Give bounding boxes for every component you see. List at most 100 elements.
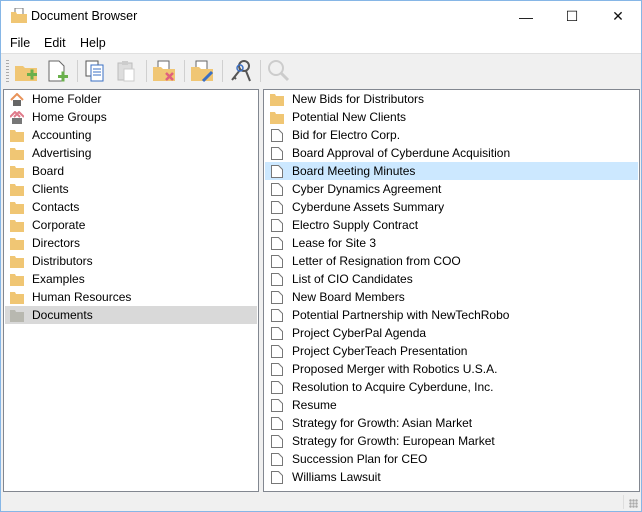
file-item[interactable]: Lease for Site 3 (265, 234, 638, 252)
folder-item[interactable]: Accounting (5, 126, 257, 144)
document-icon (271, 290, 283, 304)
folder-item[interactable]: Corporate (5, 216, 257, 234)
item-label: Home Groups (32, 110, 107, 124)
menu-help[interactable]: Help (80, 36, 106, 50)
edit-folder-button[interactable] (189, 58, 215, 84)
item-label: Cyberdune Assets Summary (292, 200, 445, 214)
folder-item[interactable]: Home Groups (5, 108, 257, 126)
folder-icon (10, 273, 24, 286)
item-label: Letter of Resignation from COO (292, 254, 461, 268)
item-label: Distributors (32, 254, 93, 268)
new-folder-icon (15, 66, 37, 81)
document-icon (271, 398, 283, 412)
folder-item[interactable]: Clients (5, 180, 257, 198)
folder-item[interactable]: Home Folder (5, 90, 257, 108)
copy-icon (85, 60, 104, 82)
folder-icon (10, 291, 24, 304)
item-label: Potential New Clients (292, 110, 407, 124)
document-icon (271, 164, 283, 178)
folder-item[interactable]: Board (5, 162, 257, 180)
item-label: Strategy for Growth: Asian Market (292, 416, 473, 430)
new-document-button[interactable] (44, 58, 70, 84)
keys-button[interactable] (227, 58, 253, 84)
toolbar-separator (77, 60, 78, 82)
toolbar-separator (260, 60, 261, 82)
folder-item[interactable]: Human Resources (5, 288, 257, 306)
menu-bar: File Edit Help (1, 32, 641, 53)
folder-item[interactable]: Advertising (5, 144, 257, 162)
paste-button[interactable] (113, 58, 139, 84)
delete-folder-button[interactable] (151, 58, 177, 84)
document-icon (271, 254, 283, 268)
file-item[interactable]: Potential New Clients (265, 108, 638, 126)
file-item[interactable]: Resolution to Acquire Cyberdune, Inc. (265, 378, 638, 396)
paste-icon (117, 61, 135, 82)
toolbar-separator (222, 60, 223, 82)
file-item[interactable]: Strategy for Growth: Asian Market (265, 414, 638, 432)
file-item[interactable]: Strategy for Growth: European Market (265, 432, 638, 450)
folder-item[interactable]: Examples (5, 270, 257, 288)
new-folder-button[interactable] (13, 58, 39, 84)
item-label: Home Folder (32, 92, 102, 106)
file-item[interactable]: New Board Members (265, 288, 638, 306)
search-button[interactable] (265, 58, 291, 84)
folder-item[interactable]: Directors (5, 234, 257, 252)
file-item[interactable]: Board Meeting Minutes (265, 162, 638, 180)
file-item[interactable]: Resume (265, 396, 638, 414)
home-group-icon (10, 110, 24, 124)
item-label: Succession Plan for CEO (292, 452, 428, 466)
keys-icon (231, 60, 251, 82)
item-label: Williams Lawsuit (292, 470, 381, 484)
document-icon (271, 272, 283, 286)
file-item[interactable]: Bid for Electro Corp. (265, 126, 638, 144)
file-item[interactable]: Cyber Dynamics Agreement (265, 180, 638, 198)
folder-item[interactable]: Contacts (5, 198, 257, 216)
item-label: Human Resources (32, 290, 132, 304)
folder-icon (270, 93, 284, 106)
item-label: Proposed Merger with Robotics U.S.A. (292, 362, 498, 376)
document-icon (271, 380, 283, 394)
folder-item[interactable]: Distributors (5, 252, 257, 270)
item-label: Corporate (32, 218, 86, 232)
file-item[interactable]: Cyberdune Assets Summary (265, 198, 638, 216)
file-item[interactable]: Succession Plan for CEO (265, 450, 638, 468)
app-folder-icon (11, 8, 27, 23)
document-icon (271, 362, 283, 376)
menu-edit[interactable]: Edit (44, 36, 66, 50)
item-label: Resolution to Acquire Cyberdune, Inc. (292, 380, 494, 394)
document-icon (271, 470, 283, 484)
file-item[interactable]: Electro Supply Contract (265, 216, 638, 234)
resize-grip[interactable] (629, 499, 638, 508)
toolbar-grip[interactable] (6, 60, 9, 82)
document-icon (271, 344, 283, 358)
folder-item[interactable]: Documents (5, 306, 257, 324)
item-label: Board Approval of Cyberdune Acquisition (292, 146, 511, 160)
item-label: Contacts (32, 200, 80, 214)
file-item[interactable]: Potential Partnership with NewTechRobo (265, 306, 638, 324)
item-label: Resume (292, 398, 337, 412)
folder-icon (10, 201, 24, 214)
file-item[interactable]: Project CyberTeach Presentation (265, 342, 638, 360)
title-bar: Document Browser — ☐ ✕ (1, 1, 641, 32)
file-item[interactable]: List of CIO Candidates (265, 270, 638, 288)
close-button[interactable]: ✕ (595, 1, 641, 32)
file-item[interactable]: New Bids for Distributors (265, 90, 638, 108)
item-label: Board Meeting Minutes (292, 164, 416, 178)
item-label: Project CyberPal Agenda (292, 326, 427, 340)
maximize-button[interactable]: ☐ (549, 1, 595, 32)
new-document-icon (48, 60, 68, 82)
file-item[interactable]: Letter of Resignation from COO (265, 252, 638, 270)
item-label: List of CIO Candidates (292, 272, 413, 286)
folder-tree: Home Folder Home Groups Accounting Advertis… (3, 89, 259, 492)
file-item[interactable]: Board Approval of Cyberdune Acquisition (265, 144, 638, 162)
document-icon (271, 200, 283, 214)
document-icon (271, 182, 283, 196)
file-item[interactable]: Proposed Merger with Robotics U.S.A. (265, 360, 638, 378)
file-item[interactable]: Williams Lawsuit (265, 468, 638, 486)
minimize-button[interactable]: — (503, 1, 549, 32)
item-label: Directors (32, 236, 81, 250)
file-item[interactable]: Project CyberPal Agenda (265, 324, 638, 342)
copy-button[interactable] (82, 58, 108, 84)
document-icon (271, 308, 283, 322)
menu-file[interactable]: File (10, 36, 30, 50)
